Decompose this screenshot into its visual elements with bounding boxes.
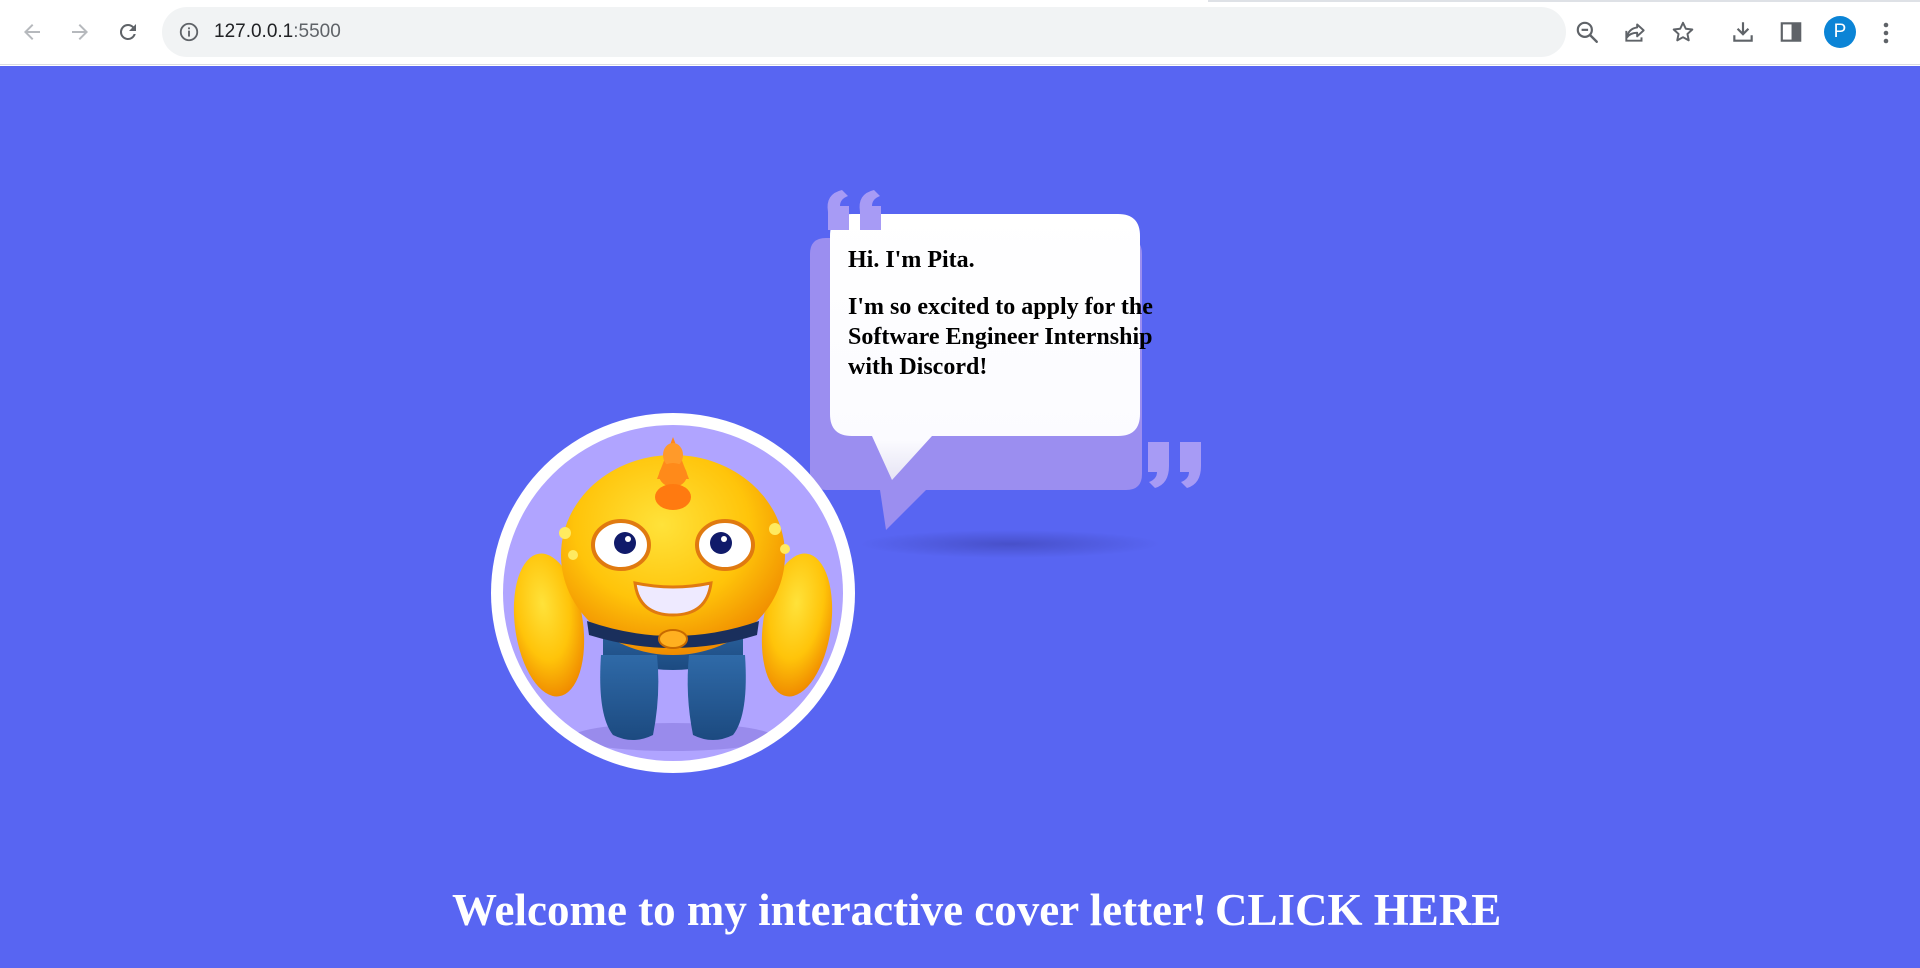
monster-mascot-icon	[513, 437, 833, 751]
forward-arrow-icon	[72, 24, 88, 40]
downloads-button[interactable]	[1728, 17, 1758, 47]
mascot-avatar-background	[503, 425, 843, 761]
zoom-out-icon	[1576, 21, 1598, 43]
mascot-avatar[interactable]	[491, 413, 855, 773]
zoom-button[interactable]	[1572, 17, 1602, 47]
bubble-message: Hi. I'm Pita. I'm so excited to apply fo…	[848, 246, 1188, 382]
info-icon[interactable]	[178, 21, 200, 43]
welcome-heading: Welcome to my interactive cover letter!	[452, 885, 1208, 935]
forward-button[interactable]	[62, 14, 98, 50]
welcome-row: Welcome to my interactive cover letter! …	[0, 882, 1920, 942]
profile-avatar[interactable]: P	[1824, 16, 1856, 48]
back-button[interactable]	[14, 14, 50, 50]
tab-strip-edge	[1208, 0, 1920, 2]
share-button[interactable]	[1620, 17, 1650, 47]
url-host: 127.0.0.1	[214, 21, 294, 42]
reload-icon	[119, 23, 136, 40]
kebab-menu-icon[interactable]	[1877, 20, 1895, 46]
back-arrow-icon	[24, 24, 40, 40]
address-bar[interactable]	[162, 7, 1566, 57]
url-port: :5500	[293, 21, 341, 42]
side-panel-button[interactable]	[1776, 17, 1806, 47]
bubble-greeting: Hi. I'm Pita.	[848, 247, 975, 273]
speech-bubble: Hi. I'm Pita. I'm so excited to apply fo…	[790, 184, 1220, 564]
address-url[interactable]: 127.0.0.1:5500	[214, 21, 341, 43]
side-panel-icon	[1780, 22, 1802, 42]
share-icon	[1625, 23, 1645, 42]
browser-toolbar: 127.0.0.1:5500 P	[0, 0, 1920, 65]
page-content: Hi. I'm Pita. I'm so excited to apply fo…	[0, 66, 1920, 968]
star-icon	[1672, 21, 1694, 42]
bubble-body-text: I'm so excited to apply for the Software…	[848, 294, 1153, 380]
reload-button[interactable]	[110, 14, 146, 50]
download-icon	[1733, 22, 1753, 42]
bookmark-button[interactable]	[1668, 17, 1698, 47]
click-here-link[interactable]: CLICK HERE	[1215, 882, 1501, 938]
